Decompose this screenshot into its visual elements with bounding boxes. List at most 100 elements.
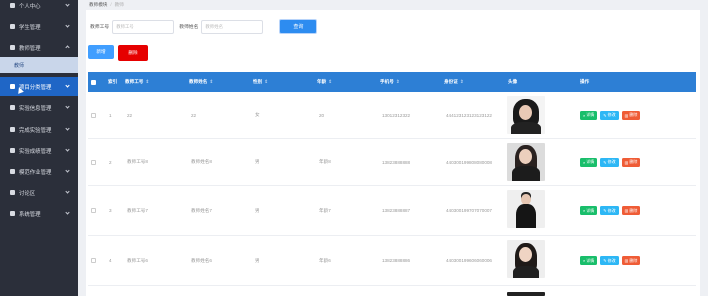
col-gender[interactable]: 性别 ⇕ [253,72,268,92]
row-checkbox[interactable] [91,139,96,185]
edit-button[interactable]: ✎ 修改 [600,110,619,120]
detail-button[interactable]: ⌕ 详情 [580,157,598,167]
detail-label: 详情 [586,112,595,117]
teacher-icon [10,45,15,50]
cell-gender: 男 [255,159,260,164]
col-teacher-name[interactable]: 教师姓名 ⇕ [189,72,213,92]
sidebar-item-experiment-scores[interactable]: 实验成绩管理 [0,141,78,160]
flag-icon [10,105,15,110]
detail-label: 详情 [586,207,595,213]
cell-teacher-name: 教师姓名8 [191,159,212,164]
sidebar-item-label: 系统管理 [19,211,41,218]
chevron-down-icon [65,23,70,28]
cell-teacher-id: 22 [127,112,133,118]
chevron-down-icon [65,104,70,109]
teacher-id-input[interactable]: 教师工号 [112,19,175,34]
col-ops-label: 操作 [580,79,590,84]
cell-age: 年龄7 [319,207,331,213]
cell-age: 年龄6 [319,257,331,263]
sidebar-item-system[interactable]: 系统管理 [0,204,78,223]
edit-label: 修改 [607,112,616,117]
cell-teacher-name: 教师姓名6 [191,257,212,263]
add-button[interactable]: 新增 [88,45,114,59]
search-button[interactable]: 查询 [279,19,318,34]
col-photo: 头像 [508,72,517,92]
col-idcard[interactable]: 身份证 ⇕ [444,72,464,92]
remove-button[interactable]: ▥ 删除 [621,206,641,215]
sidebar-item-teachers[interactable]: 教师管理 [0,38,78,57]
col-ops: 操作 [580,72,589,92]
teacher-photo [507,190,545,228]
col-age-label: 年龄 [317,79,327,84]
content-panel: 教师工号 教师工号 教师姓名 教师姓名 查询 新增 删除 索引 教师工号 ⇕ 教师… [86,10,700,296]
select-all-checkbox[interactable] [91,72,96,92]
remove-button[interactable]: ▥ 删除 [621,110,641,120]
edit-button[interactable]: ✎ 修改 [600,157,619,167]
edit-label: 修改 [607,207,616,213]
trash-icon: ▥ [624,112,629,118]
sidebar-item-model-homework[interactable]: 模范作业管理 [0,162,78,181]
search-icon: ⌕ [583,112,586,118]
cell-index: 1 [109,112,112,118]
chevron-down-icon [65,168,70,173]
sidebar-item-completed-experiments[interactable]: 完成实验管理 [0,120,78,139]
teacher-name-input[interactable]: 教师姓名 [201,19,264,34]
cell-teacher-id: 教师工号8 [127,159,148,164]
cell-teacher-name: 22 [191,112,197,118]
edit-button[interactable]: ✎ 修改 [600,206,619,215]
breadcrumb-home[interactable]: 教师模块 [89,2,107,7]
detail-button[interactable]: ⌕ 详情 [580,256,598,265]
remove-button[interactable]: ▥ 删除 [621,157,641,167]
sort-icon[interactable]: ⇕ [328,79,332,85]
edit-button[interactable]: ✎ 修改 [600,256,619,265]
students-icon [10,24,15,29]
row-checkbox[interactable] [91,236,96,285]
col-phone[interactable]: 手机号 ⇕ [380,72,400,92]
sort-icon[interactable]: ⇕ [264,79,268,85]
cell-idcard: 440300199707070007 [446,208,492,213]
detail-button[interactable]: ⌕ 详情 [580,110,598,120]
sort-icon[interactable]: ⇕ [145,79,149,85]
col-gender-label: 性别 [253,79,263,84]
table-row: 3 教师工号7 教师姓名7 男 年龄7 13823888887 44030019… [88,186,696,236]
row-checkbox[interactable] [91,92,96,138]
sidebar-item-experiment-info[interactable]: 实验信息管理 [0,98,78,117]
cell-gender: 男 [255,207,260,213]
sidebar-item-discussion[interactable]: 讨论区 [0,183,78,202]
sort-icon[interactable]: ⇕ [209,79,213,85]
row-checkbox[interactable] [91,186,96,235]
col-phone-label: 手机号 [380,79,394,84]
cell-phone: 13012312322 [382,112,411,118]
edit-icon: ✎ [603,258,607,263]
remove-label: 删除 [629,207,638,213]
sidebar-item-label: 完成实验管理 [19,127,52,134]
col-teacher-id[interactable]: 教师工号 ⇕ [125,72,149,92]
col-age[interactable]: 年龄 ⇕ [317,72,332,92]
cell-idcard: 440300199808080008 [446,159,492,165]
chat-icon [10,190,15,195]
chevron-down-icon [65,126,70,131]
sort-icon[interactable]: ⇕ [460,79,464,85]
sidebar-item-label: 模范作业管理 [19,169,52,176]
flag-icon [10,84,15,89]
sidebar-item-students[interactable]: 学生管理 [0,17,78,36]
sidebar-item-label: 实验成绩管理 [19,148,52,155]
cell-index: 4 [109,258,112,263]
chevron-down-icon [65,189,70,194]
remove-label: 删除 [629,112,638,117]
col-idcard-label: 身份证 [444,79,458,84]
cell-gender: 女 [255,112,260,117]
sidebar-item-personal-center[interactable]: 个人中心 [0,0,78,15]
detail-button[interactable]: ⌕ 详情 [580,206,598,215]
cell-teacher-name: 教师姓名7 [191,207,212,213]
sidebar-subitem-teacher[interactable]: 教师 [0,57,78,73]
sort-icon[interactable]: ⇕ [396,79,400,85]
sidebar-item-label: 项目分类管理 [19,84,52,91]
checkbox-box [91,208,96,213]
sidebar-item-project-category[interactable]: 项目分类管理 [0,77,78,96]
row-actions: ⌕ 详情 ✎ 修改 ▥ 删除 [580,186,641,235]
delete-button[interactable]: 删除 [118,45,148,61]
remove-button[interactable]: ▥ 删除 [621,256,641,265]
search-icon: ⌕ [583,258,586,263]
sidebar-item-label: 个人中心 [19,3,41,10]
